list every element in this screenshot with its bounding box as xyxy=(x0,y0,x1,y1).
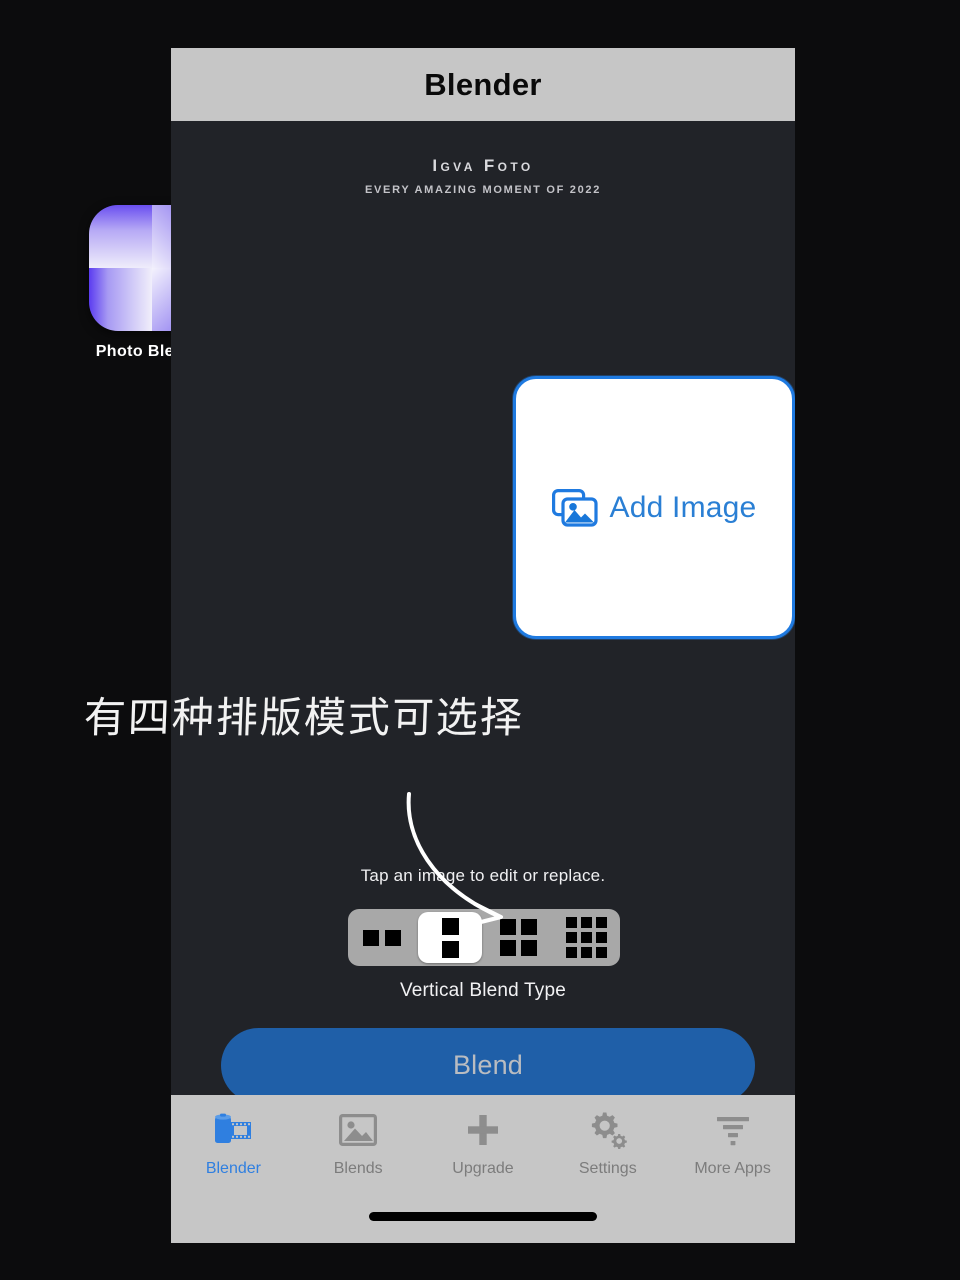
phone-screen: Blender Igva Foto Every amazing moment o… xyxy=(171,48,795,1243)
page-title: Blender xyxy=(424,66,542,102)
icon-quadrant-top-left xyxy=(89,205,152,268)
app-header: Blender xyxy=(171,48,795,121)
funnel-icon xyxy=(710,1107,756,1153)
tab-label: Upgrade xyxy=(452,1160,514,1177)
image-icon xyxy=(335,1107,381,1153)
plus-icon xyxy=(460,1107,506,1153)
tab-settings[interactable]: Settings xyxy=(545,1107,670,1178)
tap-hint-text: Tap an image to edit or replace. xyxy=(360,866,606,885)
add-image-card[interactable]: Add Image xyxy=(513,376,795,639)
two-panes-vertical-icon xyxy=(441,917,459,958)
blend-type-segmented-control[interactable] xyxy=(348,909,620,966)
add-image-label: Add Image xyxy=(609,490,757,524)
desktop-background: Photo Blender Blender Igva Foto Every am… xyxy=(0,0,960,1280)
four-panes-grid-icon xyxy=(499,919,537,956)
layout-4-grid[interactable] xyxy=(486,912,550,963)
tab-blends[interactable]: Blends xyxy=(296,1107,421,1178)
blend-type-caption: Vertical Blend Type xyxy=(399,980,567,1001)
bottom-tab-bar: Blender Blends Upgrade Settings More App… xyxy=(171,1095,795,1243)
layout-9-grid[interactable] xyxy=(554,912,618,963)
tab-label: Blends xyxy=(333,1160,383,1177)
layout-2-horizontal[interactable] xyxy=(350,912,414,963)
brand-title: Igva Foto xyxy=(432,156,534,175)
tab-blender[interactable]: Blender xyxy=(171,1107,296,1178)
blend-button[interactable]: Blend xyxy=(221,1028,755,1103)
nine-panes-grid-icon xyxy=(565,917,607,958)
icon-quadrant-bottom-left xyxy=(89,268,152,331)
brand-subtitle: Every amazing moment of 2022 xyxy=(364,184,602,196)
tab-label: Settings xyxy=(578,1160,637,1177)
home-indicator[interactable] xyxy=(369,1212,597,1221)
tab-label: More Apps xyxy=(694,1160,771,1177)
annotation-text: 有四种排版模式可选择 xyxy=(83,693,525,742)
tab-more-apps[interactable]: More Apps xyxy=(670,1107,795,1178)
tab-upgrade[interactable]: Upgrade xyxy=(421,1107,546,1178)
photos-stack-icon xyxy=(551,488,598,527)
gears-icon xyxy=(585,1107,631,1153)
layout-2-vertical[interactable] xyxy=(418,912,482,963)
tab-label: Blender xyxy=(205,1160,261,1177)
film-roll-icon xyxy=(210,1107,256,1153)
two-panes-horizontal-icon xyxy=(363,929,401,946)
brand-block: Igva Foto Every amazing moment of 2022 xyxy=(171,156,795,196)
